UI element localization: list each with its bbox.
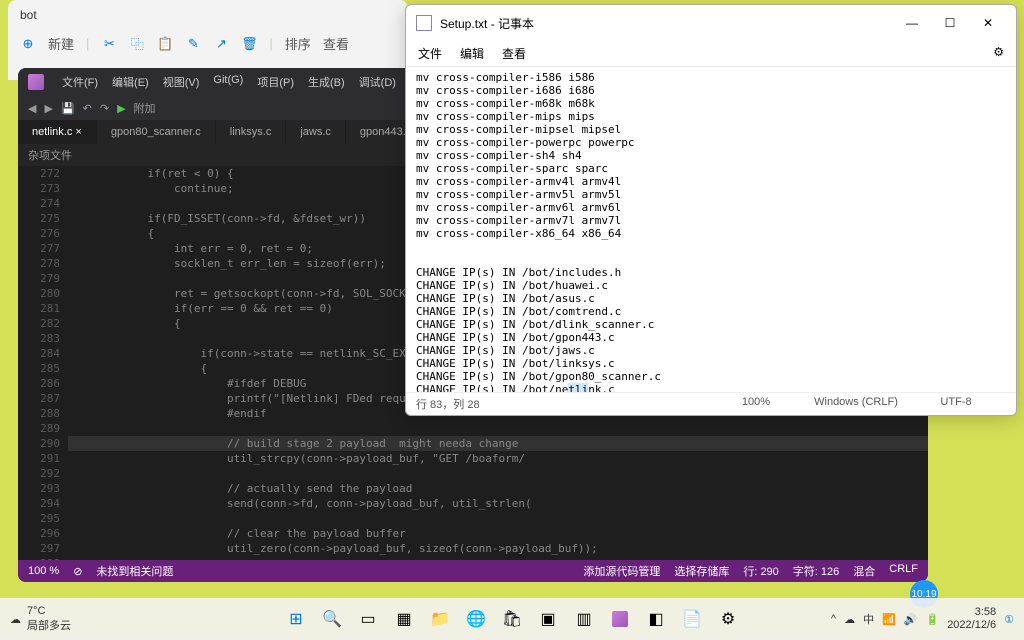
close-button[interactable]: ✕ <box>970 11 1006 35</box>
app-icon[interactable]: ▣ <box>532 603 564 635</box>
taskbar-clock[interactable]: 3:58 2022/12/6 <box>947 606 996 632</box>
status-line[interactable]: 行: 290 <box>743 563 778 579</box>
new-btn[interactable]: 新建 <box>48 34 74 53</box>
widgets-icon[interactable]: ▦ <box>388 603 420 635</box>
tray-volume-icon[interactable]: 🔊 <box>904 613 918 626</box>
notepad-taskbar-icon[interactable]: 📄 <box>676 603 708 635</box>
menu-edit[interactable]: 编辑(E) <box>112 74 149 90</box>
sort-btn[interactable]: 排序 <box>285 34 311 53</box>
tray-wifi-icon[interactable]: 📶 <box>882 613 896 626</box>
explorer-icon[interactable]: 📁 <box>424 603 456 635</box>
weather-cond: 局部多云 <box>27 617 71 633</box>
tab-jaws[interactable]: jaws.c <box>286 120 346 144</box>
line-gutter: 2722732742752762772782792802812822832842… <box>18 166 68 560</box>
tab-linksys[interactable]: linksys.c <box>216 120 287 144</box>
share-icon[interactable]: ↗ <box>213 36 229 52</box>
delete-icon[interactable]: 🗑 <box>241 36 257 52</box>
menu-file[interactable]: 文件(F) <box>62 74 98 90</box>
explorer-toolbar: ⊕ 新建 | ✂ ⿻ 📋 ✎ ↗ 🗑 | 排序 查看 <box>8 30 408 57</box>
tab-gpon80[interactable]: gpon80_scanner.c <box>97 120 216 144</box>
cut-icon[interactable]: ✂ <box>101 36 117 52</box>
status-eol[interactable]: CRLF <box>889 563 918 579</box>
np-menu-view[interactable]: 查看 <box>502 45 526 62</box>
notepad-titlebar[interactable]: Setup.txt - 记事本 — ☐ ✕ <box>406 5 1016 41</box>
weather-icon: ☁ <box>10 613 21 626</box>
close-icon[interactable]: × <box>75 126 81 138</box>
tray-battery-icon[interactable]: 🔋 <box>925 613 939 626</box>
status-mode[interactable]: 混合 <box>853 563 875 579</box>
menu-view[interactable]: 视图(V) <box>163 74 200 90</box>
run-label[interactable]: 附加 <box>134 100 156 116</box>
minimize-button[interactable]: — <box>894 11 930 35</box>
notepad-statusbar: 行 83，列 28 100% Windows (CRLF) UTF-8 <box>406 392 1016 415</box>
np-menu-file[interactable]: 文件 <box>418 45 442 62</box>
copy-icon[interactable]: ⿻ <box>129 36 145 52</box>
notifications-icon[interactable]: ① <box>1004 613 1014 626</box>
status-scm1[interactable]: 添加源代码管理 <box>583 563 660 579</box>
notepad-icon <box>416 15 432 31</box>
menu-build[interactable]: 生成(B) <box>308 74 345 90</box>
system-tray[interactable]: ^ ☁ 中 📶 🔊 🔋 3:58 2022/12/6 ① <box>831 606 1014 632</box>
tab-netlink[interactable]: netlink.c × <box>18 120 97 144</box>
store-icon[interactable]: 🛍 <box>496 603 528 635</box>
clock-time: 3:58 <box>947 606 996 619</box>
app3-icon[interactable]: ◧ <box>640 603 672 635</box>
vs-statusbar: 100 % ⊘ 未找到相关问题 添加源代码管理 选择存储库 行: 290 字符:… <box>18 560 928 582</box>
status-scm2[interactable]: 选择存储库 <box>674 563 729 579</box>
start-button[interactable]: ⊞ <box>280 603 312 635</box>
back-icon[interactable]: ◀ <box>28 102 36 115</box>
undo-icon[interactable]: ↶ <box>83 102 92 115</box>
rename-icon[interactable]: ✎ <box>185 36 201 52</box>
menu-git[interactable]: Git(G) <box>213 74 243 90</box>
redo-icon[interactable]: ↷ <box>100 102 109 115</box>
notepad-title: Setup.txt - 记事本 <box>440 15 894 32</box>
chevron-up-icon[interactable]: ^ <box>831 613 836 625</box>
subbar-file[interactable]: 杂项文件 <box>28 147 72 163</box>
run-icon[interactable]: ▶ <box>117 102 125 115</box>
status-issues-icon: ⊘ <box>73 565 82 578</box>
np-status-zoom: 100% <box>706 396 806 412</box>
paste-icon[interactable]: 📋 <box>157 36 173 52</box>
notepad-content[interactable]: mv cross-compiler-i586 i586mv cross-comp… <box>406 67 1016 392</box>
gear-icon[interactable]: ⚙ <box>993 45 1004 62</box>
menu-project[interactable]: 项目(P) <box>257 74 294 90</box>
vs-logo-icon <box>28 74 44 90</box>
notepad-menu: 文件 编辑 查看 ⚙ <box>406 41 1016 67</box>
np-status-enc: UTF-8 <box>906 396 1006 412</box>
np-status-pos: 行 83，列 28 <box>416 396 706 412</box>
taskbar-center: ⊞ 🔍 ▭ ▦ 📁 🌐 🛍 ▣ ▥ ◧ 📄 ⚙ <box>280 603 744 635</box>
taskbar[interactable]: ☁ 7°C 局部多云 ⊞ 🔍 ▭ ▦ 📁 🌐 🛍 ▣ ▥ ◧ 📄 ⚙ ^ ☁ 中… <box>0 598 1024 640</box>
new-icon[interactable]: ⊕ <box>20 36 36 52</box>
taskview-icon[interactable]: ▭ <box>352 603 384 635</box>
save-icon[interactable]: 💾 <box>61 102 75 115</box>
status-issues[interactable]: 未找到相关问题 <box>96 563 173 579</box>
notepad-window[interactable]: Setup.txt - 记事本 — ☐ ✕ 文件 编辑 查看 ⚙ mv cros… <box>405 4 1017 416</box>
clock-date: 2022/12/6 <box>947 619 996 632</box>
tray-cloud-icon[interactable]: ☁ <box>844 613 855 626</box>
fwd-icon[interactable]: ▶ <box>44 102 52 115</box>
settings-icon[interactable]: ⚙ <box>712 603 744 635</box>
tray-lang-icon[interactable]: 中 <box>863 611 874 627</box>
view-btn[interactable]: 查看 <box>323 34 349 53</box>
np-status-eol: Windows (CRLF) <box>806 396 906 412</box>
explorer-title: bot <box>8 0 408 30</box>
menu-debug[interactable]: 调试(D) <box>359 74 396 90</box>
status-chars[interactable]: 字符: 126 <box>793 563 839 579</box>
maximize-button[interactable]: ☐ <box>932 11 968 35</box>
taskbar-weather[interactable]: ☁ 7°C 局部多云 <box>10 605 71 633</box>
np-menu-edit[interactable]: 编辑 <box>460 45 484 62</box>
status-zoom[interactable]: 100 % <box>28 565 59 577</box>
app2-icon[interactable]: ▥ <box>568 603 600 635</box>
vs-taskbar-icon[interactable] <box>604 603 636 635</box>
edge-icon[interactable]: 🌐 <box>460 603 492 635</box>
search-icon[interactable]: 🔍 <box>316 603 348 635</box>
weather-temp: 7°C <box>27 605 71 617</box>
